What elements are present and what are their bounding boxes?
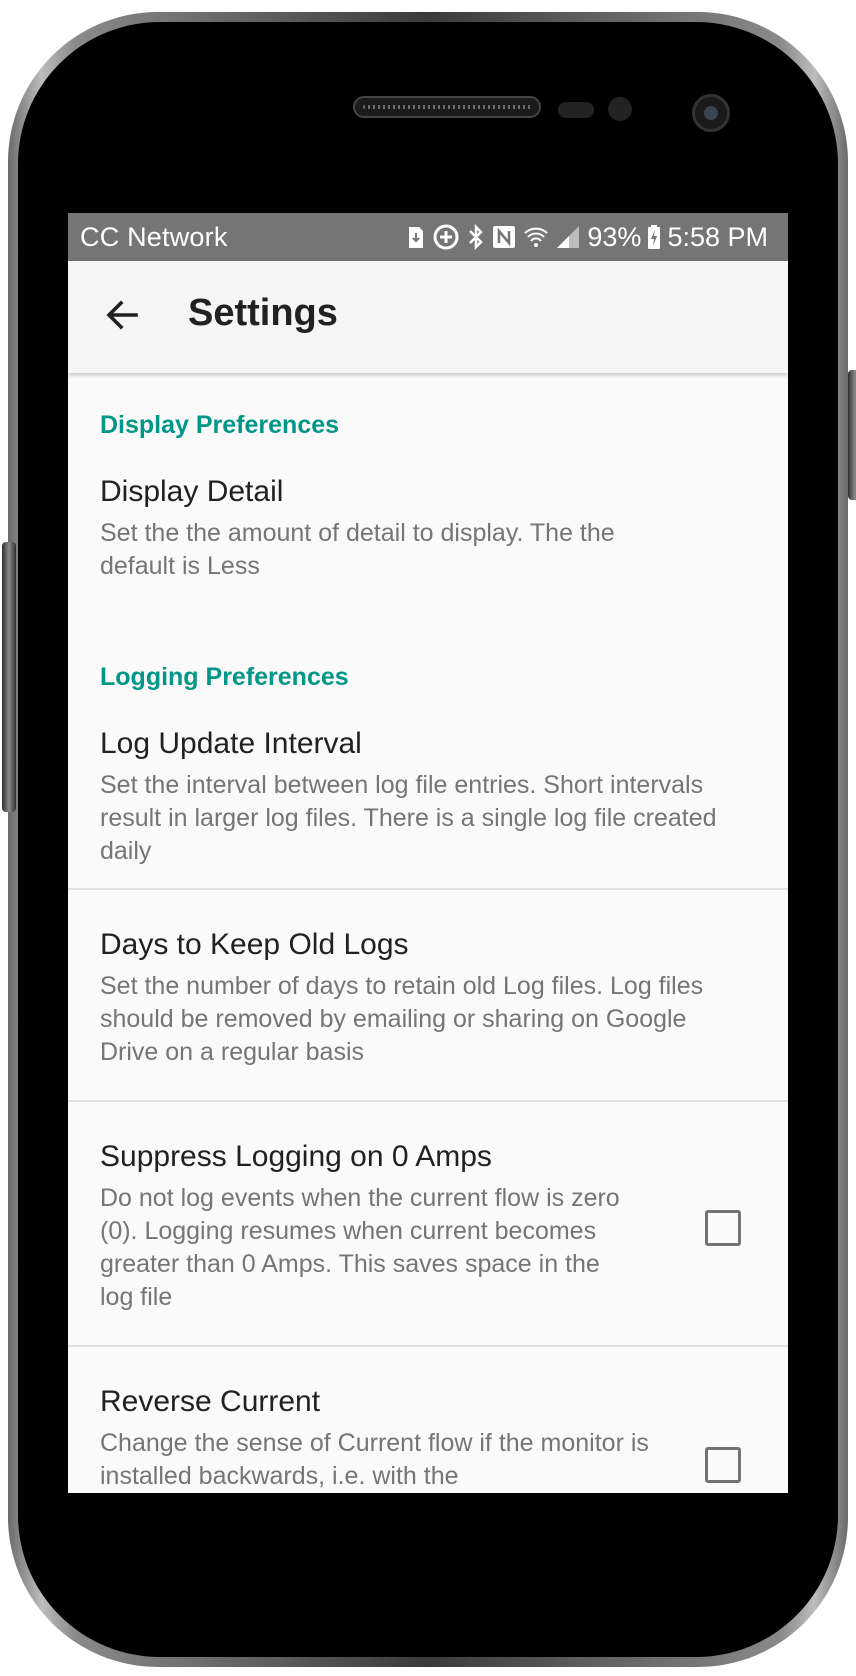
reverse-current-checkbox[interactable] [705, 1447, 741, 1483]
app-bar: Settings [68, 261, 788, 373]
signal-icon [555, 224, 581, 250]
add-circle-icon [431, 222, 461, 252]
pref-title: Display Detail [100, 475, 284, 508]
suppress-logging-checkbox[interactable] [705, 1210, 741, 1246]
volume-button [2, 542, 16, 812]
arrow-back-icon [104, 297, 140, 338]
pref-summary: Change the sense of Current flow if the … [100, 1429, 649, 1490]
power-button [848, 370, 856, 500]
pref-log-update-interval[interactable]: Log Update Interval Set the interval bet… [68, 703, 788, 883]
back-button[interactable] [98, 293, 146, 341]
pref-summary: Set the number of days to retain old Log… [100, 972, 704, 1066]
front-camera [692, 94, 730, 132]
category-display-preferences: Display Preferences [100, 411, 340, 439]
status-icons: 93% 5:58 PM [407, 219, 768, 255]
pref-summary: Set the the amount of detail to display.… [100, 519, 615, 580]
pref-suppress-logging[interactable]: Suppress Logging on 0 Amps Do not log ev… [68, 1102, 788, 1347]
pref-reverse-current[interactable]: Reverse Current Change the sense of Curr… [68, 1347, 788, 1493]
pref-title: Days to Keep Old Logs [100, 928, 409, 961]
pref-summary: Set the interval between log file entrie… [100, 771, 717, 865]
pref-title: Log Update Interval [100, 727, 362, 760]
light-sensor [608, 97, 632, 121]
pref-title: Suppress Logging on 0 Amps [100, 1140, 492, 1173]
battery-percent: 93% [587, 221, 642, 252]
bluetooth-icon [467, 223, 485, 251]
clock: 5:58 PM [667, 221, 768, 252]
category-logging-preferences: Logging Preferences [100, 663, 349, 691]
pref-days-to-keep-old-logs[interactable]: Days to Keep Old Logs Set the number of … [68, 890, 788, 1100]
status-bar: CC Network 93% 5:58 PM [68, 213, 788, 261]
sim-update-icon [407, 224, 425, 250]
pref-summary: Do not log events when the current flow … [100, 1184, 620, 1311]
screen: CC Network 93% 5:58 PM Settings Display … [68, 213, 788, 1493]
page-title: Settings [188, 292, 338, 334]
wifi-icon [523, 224, 549, 250]
proximity-sensor [558, 102, 594, 118]
pref-title: Reverse Current [100, 1385, 321, 1418]
earpiece-speaker [353, 96, 541, 118]
carrier-name: CC Network [80, 222, 228, 252]
pref-display-detail[interactable]: Display Detail Set the the amount of det… [68, 453, 788, 593]
nfc-icon [491, 224, 517, 250]
battery-charging-icon [647, 224, 661, 250]
